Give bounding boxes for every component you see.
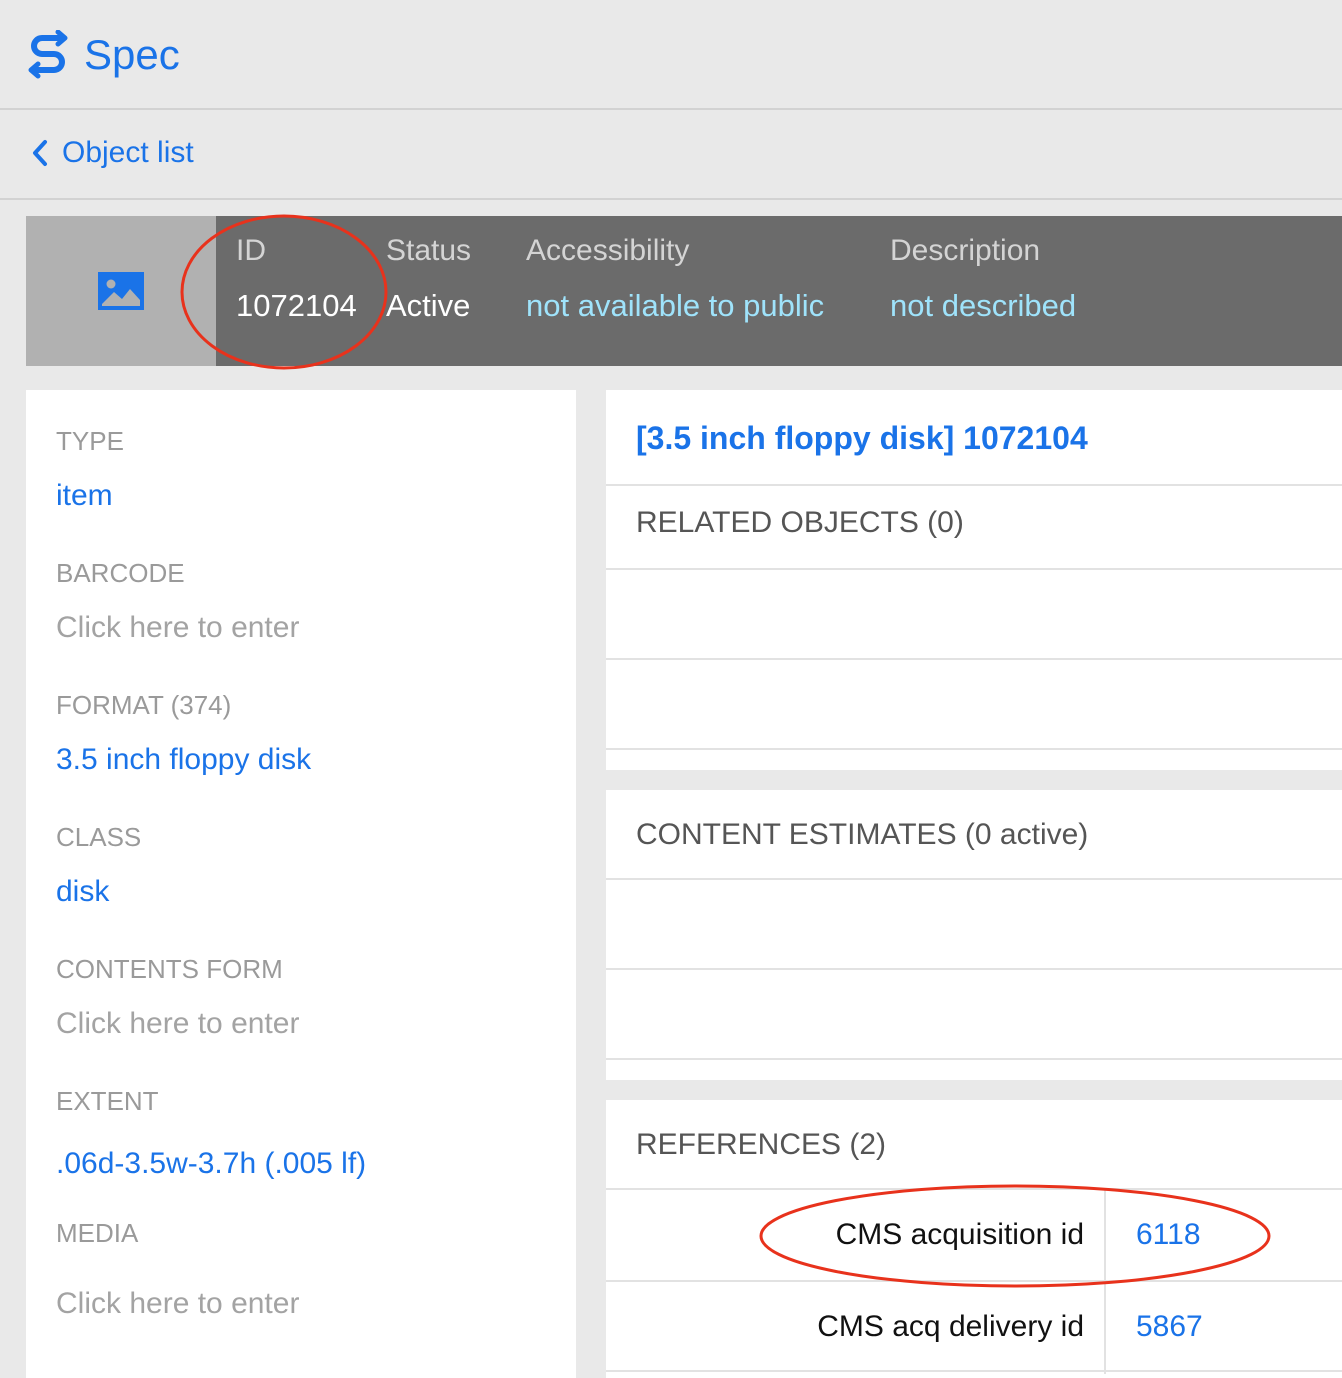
reference-value-link[interactable]: 5867 — [1136, 1310, 1203, 1344]
class-value-link[interactable]: disk — [56, 875, 141, 909]
header-status: Status Active — [386, 234, 471, 324]
references-card: REFERENCES (2) CMS acquisition id 6118 C… — [606, 1100, 1342, 1378]
header-description: Description not described — [890, 234, 1076, 324]
id-label: ID — [236, 234, 266, 267]
object-card: [3.5 inch floppy disk] 1072104 RELATED O… — [606, 390, 1342, 770]
description-value-link[interactable]: not described — [890, 288, 1076, 324]
reference-divider — [1104, 1282, 1106, 1374]
content-estimates-header[interactable]: CONTENT ESTIMATES (0 active) — [606, 790, 1342, 880]
app-name: Spec — [84, 31, 180, 78]
object-header: ID 1072104 Status Active Accessibility n… — [26, 216, 1342, 366]
chevron-left-icon — [33, 140, 47, 166]
object-title-row: [3.5 inch floppy disk] 1072104 — [606, 390, 1342, 486]
accessibility-label: Accessibility — [526, 234, 690, 267]
content-estimates-card: CONTENT ESTIMATES (0 active) — [606, 790, 1342, 1080]
reference-row: CMS acquisition id 6118 — [606, 1188, 1342, 1282]
reference-row: CMS acq delivery id 5867 — [606, 1280, 1342, 1374]
field-class: CLASS disk — [56, 822, 141, 909]
extent-value-link[interactable]: .06d-3.5w-3.7h (.005 lf) — [56, 1147, 366, 1181]
accessibility-value-link[interactable]: not available to public — [526, 288, 824, 324]
app-logo[interactable]: Spec — [28, 30, 180, 80]
reference-divider — [1104, 1190, 1106, 1282]
back-link-label: Object list — [62, 136, 194, 169]
id-value: 1072104 — [236, 288, 357, 323]
field-barcode: BARCODE Click here to enter — [56, 558, 299, 645]
object-title: [3.5 inch floppy disk] 1072104 — [636, 420, 1088, 456]
content-estimates-empty-row — [606, 970, 1342, 1060]
content-estimates-empty-row — [606, 880, 1342, 970]
header-accessibility: Accessibility not available to public — [526, 234, 824, 324]
field-label: CLASS — [56, 822, 142, 852]
field-contents-form: CONTENTS FORM Click here to enter — [56, 954, 299, 1041]
field-format: FORMAT (374) 3.5 inch floppy disk — [56, 690, 311, 777]
description-label: Description — [890, 234, 1041, 267]
field-media: MEDIA Click here to enter — [56, 1218, 299, 1321]
object-thumbnail[interactable] — [26, 216, 216, 366]
reference-value-link[interactable]: 6118 — [1136, 1218, 1201, 1252]
image-icon — [98, 272, 144, 310]
spec-logo-icon — [28, 30, 68, 79]
field-label: EXTENT — [56, 1086, 159, 1116]
field-label: TYPE — [56, 426, 124, 456]
barcode-input[interactable]: Click here to enter — [56, 611, 299, 645]
properties-panel: TYPE item BARCODE Click here to enter FO… — [26, 390, 576, 1378]
top-bar: Spec — [0, 0, 1342, 110]
back-to-object-list-link[interactable]: Object list — [30, 136, 194, 170]
status-label: Status — [386, 234, 472, 267]
related-objects-empty-row — [606, 660, 1342, 750]
related-objects-header[interactable]: RELATED OBJECTS (0) — [606, 486, 1342, 570]
format-value-link[interactable]: 3.5 inch floppy disk — [56, 743, 311, 777]
back-bar: Object list — [0, 112, 1342, 200]
field-extent: EXTENT .06d-3.5w-3.7h (.005 lf) — [56, 1086, 366, 1181]
field-label: FORMAT (374) — [56, 690, 232, 720]
references-title: REFERENCES (2) — [636, 1128, 887, 1161]
related-objects-title: RELATED OBJECTS (0) — [636, 506, 964, 539]
field-label: CONTENTS FORM — [56, 954, 283, 984]
reference-key: CMS acquisition id — [835, 1218, 1084, 1251]
field-label: BARCODE — [56, 558, 185, 588]
header-id: ID 1072104 — [236, 234, 357, 324]
media-input[interactable]: Click here to enter — [56, 1287, 299, 1321]
status-value: Active — [386, 288, 471, 323]
contents-form-input[interactable]: Click here to enter — [56, 1007, 299, 1041]
type-value-link[interactable]: item — [56, 479, 124, 513]
field-type: TYPE item — [56, 426, 124, 513]
field-label: MEDIA — [56, 1218, 139, 1248]
related-objects-empty-row — [606, 570, 1342, 660]
content-estimates-title: CONTENT ESTIMATES (0 active) — [636, 818, 1089, 851]
reference-key: CMS acq delivery id — [817, 1310, 1084, 1343]
